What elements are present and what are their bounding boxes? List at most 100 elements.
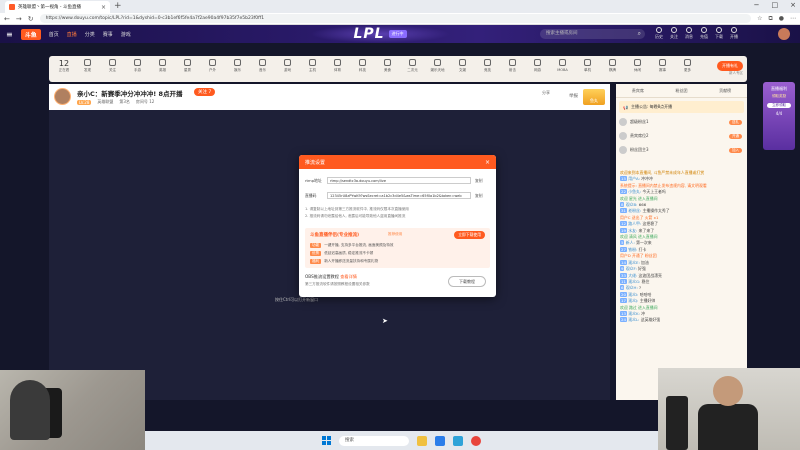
- category-item[interactable]: 赛事: [652, 59, 673, 73]
- category-item[interactable]: 关注: [102, 59, 123, 73]
- rank-pill[interactable]: 开通: [729, 133, 742, 139]
- rank-row[interactable]: 贵宾席位2 开通: [619, 130, 744, 142]
- follow-button[interactable]: 关注 7: [194, 88, 216, 96]
- nav-home[interactable]: 首页: [49, 31, 59, 38]
- category-item[interactable]: 星秀: [177, 59, 198, 73]
- chat-username[interactable]: 观众K:: [628, 311, 640, 316]
- forward-icon[interactable]: →: [16, 15, 22, 23]
- nav-category[interactable]: 分类: [85, 31, 95, 38]
- rank-pill[interactable]: 送礼: [729, 119, 742, 125]
- chat-username[interactable]: 铁粉:: [628, 247, 637, 252]
- hamburger-menu-icon[interactable]: ≡: [6, 30, 13, 39]
- chat-username[interactable]: 小鱼丸:: [628, 189, 641, 194]
- back-icon[interactable]: ←: [4, 15, 10, 23]
- rank-row[interactable]: 超级粉丝1 送礼: [619, 116, 744, 128]
- browser-tab[interactable]: 英雄联盟丶第一视角 - 斗鱼直播 ×: [5, 1, 110, 13]
- taskbar-search[interactable]: 搜索: [339, 435, 409, 446]
- extensions-icon[interactable]: ⧉: [768, 15, 772, 23]
- dialog-close-icon[interactable]: ×: [485, 159, 490, 166]
- user-avatar[interactable]: [778, 28, 790, 40]
- follow-button[interactable]: 关注: [670, 27, 678, 40]
- category-item[interactable]: 游戏: [277, 59, 298, 73]
- rank-pill[interactable]: 加入: [729, 147, 742, 153]
- pro-download-button[interactable]: 立即下载使用: [454, 231, 485, 239]
- stream-category[interactable]: 英雄联盟: [97, 99, 113, 105]
- lpl-banner[interactable]: LPL 进行中: [310, 25, 450, 43]
- category-item[interactable]: 手游: [127, 59, 148, 73]
- copy-key-button[interactable]: 复制: [475, 193, 483, 199]
- obs-tutorial-link[interactable]: 查看详情: [340, 274, 357, 279]
- search-icon[interactable]: ⌕: [638, 29, 641, 39]
- chat-username[interactable]: 大佬:: [628, 273, 637, 278]
- edge-icon[interactable]: [435, 435, 445, 446]
- report-button[interactable]: 举报: [569, 93, 578, 99]
- chat-username[interactable]: 新人:: [626, 240, 635, 245]
- chat-username[interactable]: 观众G:: [628, 279, 640, 284]
- new-tab-icon[interactable]: +: [114, 1, 122, 12]
- category-item[interactable]: MOBA: [552, 59, 573, 73]
- category-item[interactable]: 二次元: [402, 59, 423, 73]
- recharge-button[interactable]: 充值: [700, 27, 708, 40]
- url-input[interactable]: https://www.douyu.com/topic/LPL?rid=1&dy…: [39, 14, 752, 23]
- message-button[interactable]: 消息: [685, 27, 693, 40]
- chat-username[interactable]: 观众J:: [628, 298, 638, 303]
- welfare-claim-button[interactable]: 立即领取: [767, 103, 791, 108]
- history-button[interactable]: 历史: [655, 27, 663, 40]
- chat-username[interactable]: 水友:: [628, 228, 637, 233]
- site-search-input[interactable]: 搜索主播或房间 ⌕: [540, 29, 645, 39]
- start-live-promo-button[interactable]: 开播有礼: [717, 61, 743, 71]
- category-item[interactable]: 休闲: [627, 59, 648, 73]
- welfare-float[interactable]: 直播福利 领取奖励 立即领取 4/4: [763, 82, 795, 150]
- chat-username[interactable]: 路人甲:: [628, 221, 641, 226]
- category-item[interactable]: 更多: [677, 59, 698, 73]
- tab-close-icon[interactable]: ×: [101, 4, 106, 11]
- profile-icon[interactable]: ●: [779, 15, 784, 22]
- nav-game[interactable]: 游戏: [121, 31, 131, 38]
- category-item[interactable]: 网游: [527, 59, 548, 73]
- download-tutorial-button[interactable]: 下载教程: [448, 276, 486, 287]
- rank-row[interactable]: 粉丝团主3 加入: [619, 144, 744, 156]
- chat-username[interactable]: 用户A:: [628, 176, 640, 181]
- tab-fans[interactable]: 粉丝团: [675, 88, 687, 94]
- category-item[interactable]: 娱乐天地: [427, 59, 448, 73]
- chat-username[interactable]: 老粉丝:: [628, 208, 641, 213]
- category-item[interactable]: 棋牌: [602, 59, 623, 73]
- chat-username[interactable]: 观众H:: [626, 285, 638, 290]
- gold-box[interactable]: 鱼丸: [583, 89, 605, 105]
- nav-match[interactable]: 赛事: [103, 31, 113, 38]
- minimize-icon[interactable]: −: [754, 1, 760, 9]
- chat-username[interactable]: 观众L:: [628, 317, 639, 322]
- category-item[interactable]: 文娱: [452, 59, 473, 73]
- server-input[interactable]: rtmp://sendtc3a.douyu.com/live: [327, 177, 471, 184]
- file-explorer-icon[interactable]: [417, 435, 427, 446]
- download-button[interactable]: 下载: [715, 27, 723, 40]
- chrome-icon[interactable]: [471, 435, 481, 446]
- category-item[interactable]: 竞技: [477, 59, 498, 73]
- category-item[interactable]: 音乐: [252, 59, 273, 73]
- chat-username[interactable]: 观众E:: [628, 260, 640, 265]
- tab-vip[interactable]: 贵宾席: [632, 88, 644, 94]
- category-item[interactable]: 户外: [202, 59, 223, 73]
- category-item[interactable]: 英雄: [152, 59, 173, 73]
- star-icon[interactable]: ☆: [757, 15, 762, 22]
- host-avatar[interactable]: [54, 88, 71, 105]
- site-logo[interactable]: 斗鱼: [20, 28, 41, 40]
- key-input[interactable]: 12345rU8zPYwK9?wsSecret=a1b2c3d4e5&wsTim…: [327, 192, 471, 199]
- start-live-button[interactable]: 开播: [730, 27, 738, 40]
- category-item[interactable]: 娱乐: [227, 59, 248, 73]
- category-item[interactable]: 主机: [302, 59, 323, 73]
- windows-start-icon[interactable]: [322, 436, 331, 445]
- newbie-zone-link[interactable]: 新人专区: [729, 71, 743, 76]
- chat-username[interactable]: 观众F:: [626, 266, 637, 271]
- close-window-icon[interactable]: ×: [790, 1, 796, 9]
- chat-username[interactable]: 观众I:: [628, 292, 638, 297]
- category-item[interactable]: 发现: [77, 59, 98, 73]
- nav-live[interactable]: 直播: [67, 31, 77, 38]
- more-icon[interactable]: ⋯: [790, 15, 796, 22]
- copy-server-button[interactable]: 复制: [475, 178, 483, 184]
- category-item[interactable]: 美食: [377, 59, 398, 73]
- category-item[interactable]: 体育: [327, 59, 348, 73]
- category-item[interactable]: 射击: [502, 59, 523, 73]
- chat-username[interactable]: 观众B:: [626, 202, 638, 207]
- reload-icon[interactable]: ↻: [28, 15, 34, 23]
